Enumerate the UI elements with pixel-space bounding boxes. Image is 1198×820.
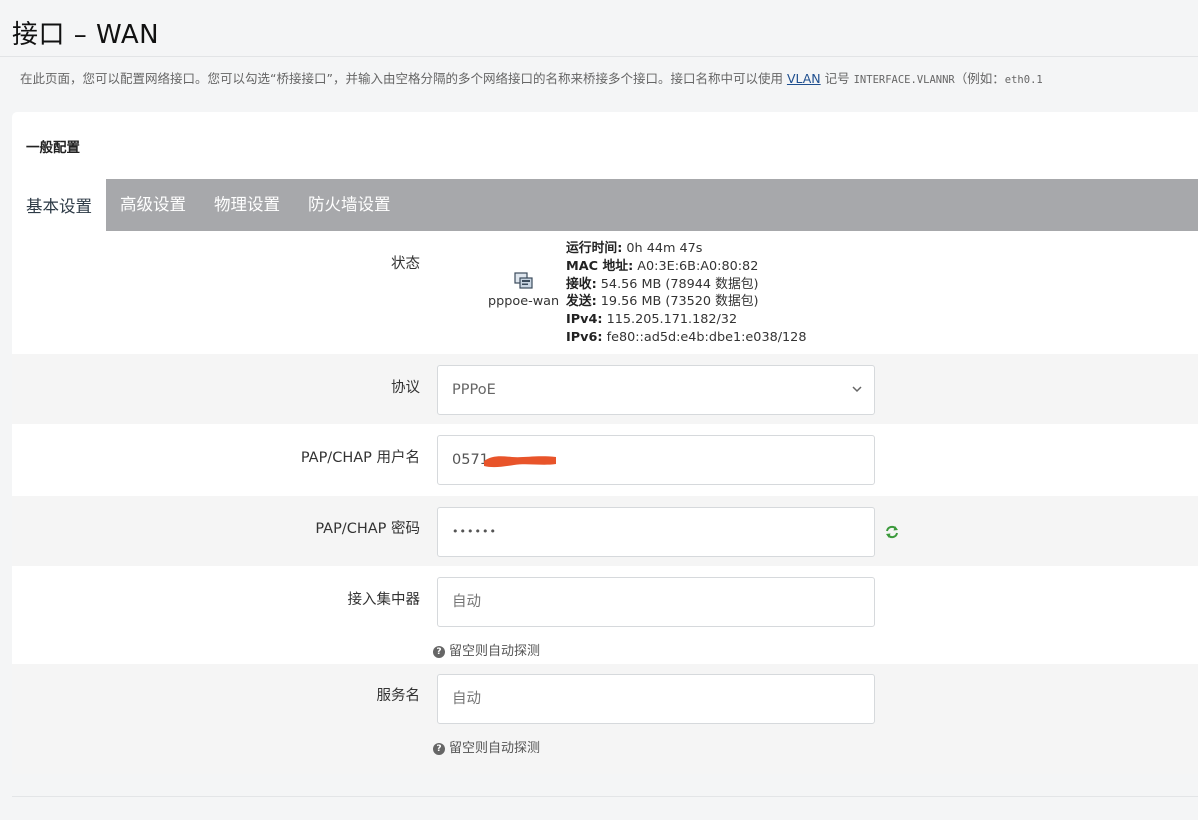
protocol-label: 协议 xyxy=(391,380,420,396)
tab-advanced-settings[interactable]: 高级设置 xyxy=(106,179,200,231)
tab-physical-settings[interactable]: 物理设置 xyxy=(200,179,294,231)
status-uptime: 运行时间: 0h 44m 47s xyxy=(566,241,703,256)
password-input[interactable]: •••••• xyxy=(437,507,875,557)
service-help-text: 留空则自动探测 xyxy=(449,741,541,756)
status-ipv6: IPv6: fe80::ad5d:e4b:dbe1:e038/128 xyxy=(566,329,807,345)
status-details: 运行时间: 0h 44m 47s MAC 地址: A0:3E:6B:A0:80:… xyxy=(566,240,806,347)
question-icon: ? xyxy=(433,743,445,755)
concentrator-label: 接入集中器 xyxy=(347,592,421,608)
refresh-reveal-icon[interactable] xyxy=(884,524,900,540)
chevron-down-icon xyxy=(852,386,862,393)
concentrator-help-text: 留空则自动探测 xyxy=(449,644,541,659)
vlan-link[interactable]: VLAN xyxy=(787,71,821,86)
title-divider xyxy=(0,56,1198,57)
description-code: INTERFACE.VLANNR xyxy=(853,74,955,86)
password-value: •••••• xyxy=(452,525,497,538)
status-tx: 发送: 19.56 MB (73520 数据包) xyxy=(566,294,759,310)
service-name-input[interactable] xyxy=(437,674,875,724)
question-icon: ? xyxy=(433,646,445,658)
tab-basic-settings[interactable]: 基本设置 xyxy=(12,179,106,231)
status-rx: 接收: 54.56 MB (78944 数据包) xyxy=(566,276,759,292)
description-text-after: （例如： xyxy=(954,71,1005,86)
page-description: 在此页面，您可以配置网络接口。您可以勾选“桥接接口”，并输入由空格分隔的多个网络… xyxy=(20,68,1198,87)
section-title: 一般配置 xyxy=(26,140,80,156)
concentrator-input[interactable] xyxy=(437,577,875,627)
status-label: 状态 xyxy=(391,256,420,272)
bottom-divider xyxy=(12,796,1198,797)
description-code-example: eth0.1 xyxy=(1004,74,1043,86)
page-title: 接口 – WAN xyxy=(12,20,160,50)
username-label: PAP/CHAP 用户名 xyxy=(300,450,420,466)
description-text-middle: 记号 xyxy=(820,71,854,86)
protocol-selected-value: PPPoE xyxy=(452,382,496,398)
tab-bar: 基本设置 高级设置 物理设置 防火墙设置 xyxy=(12,179,1198,231)
description-text: 在此页面，您可以配置网络接口。您可以勾选“桥接接口”，并输入由空格分隔的多个网络… xyxy=(20,71,787,86)
network-interface-icon xyxy=(514,272,533,289)
protocol-select[interactable]: PPPoE xyxy=(437,365,875,415)
service-label: 服务名 xyxy=(376,688,421,704)
tab-firewall-settings[interactable]: 防火墙设置 xyxy=(294,179,405,231)
password-label: PAP/CHAP 密码 xyxy=(315,521,420,537)
status-ipv4: IPv4: 115.205.171.182/32 xyxy=(566,312,738,328)
redaction-scribble xyxy=(484,456,556,468)
concentrator-help: ? 留空则自动探测 xyxy=(433,640,540,659)
service-help: ? 留空则自动探测 xyxy=(433,737,540,756)
interface-name: pppoe-wan xyxy=(488,294,560,309)
status-mac: MAC 地址: A0:3E:6B:A0:80:82 xyxy=(566,258,759,274)
